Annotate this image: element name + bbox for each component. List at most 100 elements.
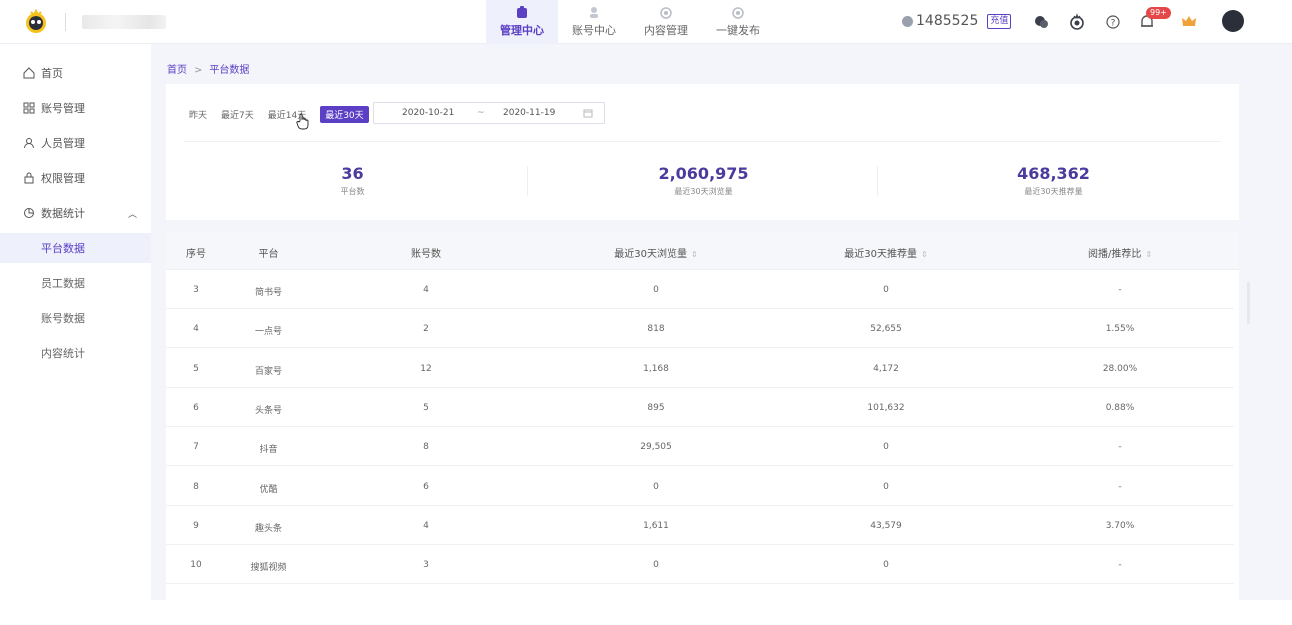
nav-label: 一键发布: [716, 24, 760, 37]
cell-ratio: 1.55%: [1105, 324, 1135, 335]
sidebar-item-statistics[interactable]: 数据统计 ︿: [0, 198, 151, 228]
col-header-platform: 平台: [258, 249, 279, 260]
calendar-icon[interactable]: [583, 108, 593, 118]
main-content: 首页 > 平台数据 昨天 最近7天 最近14天 最近30天 2020-10-21 ~…: [151, 44, 1292, 600]
stats-icon: [24, 208, 34, 218]
col-header-views[interactable]: 最近30天浏览量 ⇕: [541, 245, 771, 260]
range-7-days[interactable]: 最近7天: [221, 108, 254, 121]
avatar[interactable]: [1222, 10, 1244, 32]
stat-platform-count: 36 平台数: [180, 164, 525, 197]
cell-ratio: 28.00%: [1102, 363, 1138, 374]
cell-index: 9: [193, 520, 199, 531]
col-header-ratio[interactable]: 阅播/推荐比 ⇕: [1001, 245, 1239, 260]
table-row: 5 百家号 12 1,168 4,172 28.00%: [166, 349, 1234, 388]
platform-data-table: 序号 平台 账号数 最近30天浏览量 ⇕ 最近30天推荐量 ⇕ 阅播/推荐比 ⇕ 3简…: [166, 232, 1239, 600]
chevron-up-icon[interactable]: ︿: [128, 207, 137, 220]
robot-icon: [732, 7, 744, 19]
cell-account-count: 4: [423, 285, 429, 295]
sort-icon[interactable]: ⇕: [1145, 250, 1152, 259]
table-row: 10 搜狐视频 3 0 0 -: [166, 545, 1234, 585]
cell-ratio: -: [1118, 442, 1122, 453]
table-row: 6 头条号 5 895 101,632 0.88%: [166, 388, 1234, 427]
grid-icon: [23, 102, 35, 114]
cell-recommendations: 0: [883, 285, 889, 295]
home-icon: [23, 67, 35, 79]
date-separator: ~: [477, 108, 485, 118]
cell-ratio: 3.70%: [1105, 520, 1135, 531]
sort-icon[interactable]: ⇕: [691, 250, 698, 259]
cell-views: 1,168: [643, 363, 669, 374]
nav-content-management[interactable]: 内容管理: [630, 0, 702, 44]
stat-30-day-views: 2,060,975 最近30天浏览量: [531, 164, 876, 197]
cell-index: 4: [193, 324, 199, 335]
col-header-recommendations[interactable]: 最近30天推荐量 ⇕: [771, 245, 1001, 260]
help-icon[interactable]: ?: [1104, 13, 1122, 31]
mascot-icon[interactable]: [1068, 13, 1086, 31]
sidebar-item-label: 数据统计: [41, 207, 85, 220]
sidebar-subitem-platform-data[interactable]: 平台数据: [0, 233, 151, 263]
nav-label: 管理中心: [500, 24, 544, 37]
sidebar-subitem-employee-data[interactable]: 员工数据: [0, 268, 151, 298]
cell-platform: 简书号: [254, 288, 282, 298]
sidebar-item-accounts[interactable]: 账号管理: [0, 93, 151, 123]
date-end[interactable]: 2020-11-19: [503, 108, 555, 118]
col-header-label: 阅播/推荐比: [1087, 249, 1142, 260]
sort-icon[interactable]: ⇕: [921, 250, 928, 259]
date-start[interactable]: 2020-10-21: [402, 108, 454, 118]
cell-index: 3: [193, 285, 199, 295]
sidebar-item-permissions[interactable]: 权限管理: [0, 163, 151, 193]
cell-platform: 搜狐视频: [250, 563, 287, 574]
cell-ratio: -: [1118, 560, 1122, 571]
nav-label: 内容管理: [644, 24, 688, 37]
cell-index: 7: [193, 442, 199, 453]
sidebar-item-label: 账号管理: [41, 102, 85, 115]
briefcase-icon: [517, 6, 527, 18]
breadcrumb-separator: >: [194, 65, 203, 76]
sidebar-subitem-content-stats[interactable]: 内容统计: [0, 338, 151, 368]
cell-ratio: -: [1118, 285, 1122, 295]
cell-platform: 优酷: [259, 484, 278, 495]
panel-divider: [184, 141, 1221, 142]
cell-index: 5: [193, 363, 199, 374]
sidebar-subitem-account-data[interactable]: 账号数据: [0, 303, 151, 333]
stat-value: 468,362: [1017, 164, 1090, 183]
cell-views: 0: [653, 560, 659, 571]
cell-recommendations: 101,632: [867, 402, 905, 413]
range-yesterday[interactable]: 昨天: [189, 108, 207, 121]
balance-display: 1485525 充值: [902, 13, 1012, 29]
nav-account-center[interactable]: 账号中心: [558, 0, 630, 44]
stat-label: 最近30天推荐量: [1024, 187, 1083, 196]
stat-value: 36: [341, 164, 364, 183]
cell-ratio: -: [1118, 481, 1122, 492]
cell-account-count: 4: [423, 520, 429, 531]
breadcrumb-home[interactable]: 首页: [167, 65, 187, 76]
cell-platform: 一点号: [254, 327, 282, 338]
lock-icon: [24, 172, 34, 184]
nav-management-center[interactable]: 管理中心: [486, 0, 558, 44]
stat-label: 最近30天浏览量: [674, 187, 733, 196]
cell-account-count: 8: [423, 442, 429, 453]
chat-icon[interactable]: [1032, 13, 1050, 31]
sidebar-item-label: 权限管理: [41, 172, 85, 185]
stat-divider: [527, 166, 528, 196]
app-root: 管理中心 账号中心 内容管理 一键发布 1485525 充值 ? 99+ 首页 …: [0, 0, 1292, 625]
table-row: 4 一点号 2 818 52,655 1.55%: [166, 309, 1234, 349]
brand-name-blurred: [82, 15, 166, 29]
cell-platform: 头条号: [254, 405, 282, 416]
recharge-button[interactable]: 充值: [987, 13, 1012, 29]
cell-account-count: 12: [420, 363, 432, 374]
crown-icon[interactable]: [1180, 13, 1198, 31]
sidebar-item-personnel[interactable]: 人员管理: [0, 128, 151, 158]
table-row: 3 简书号 4 0 0 -: [166, 270, 1234, 309]
cell-views: 895: [647, 402, 665, 413]
range-30-days[interactable]: 最近30天: [320, 106, 369, 123]
cell-views: 0: [653, 285, 659, 295]
logo-icon[interactable]: [24, 9, 48, 35]
nav-one-click-publish[interactable]: 一键发布: [702, 0, 774, 44]
scrollbar-thumb[interactable]: [1247, 282, 1250, 324]
cell-account-count: 3: [423, 560, 429, 571]
sidebar-item-home[interactable]: 首页: [0, 58, 151, 88]
cell-account-count: 2: [423, 324, 429, 335]
date-range-picker[interactable]: 2020-10-21 ~ 2020-11-19: [373, 102, 605, 124]
cell-views: 1,611: [643, 520, 669, 531]
